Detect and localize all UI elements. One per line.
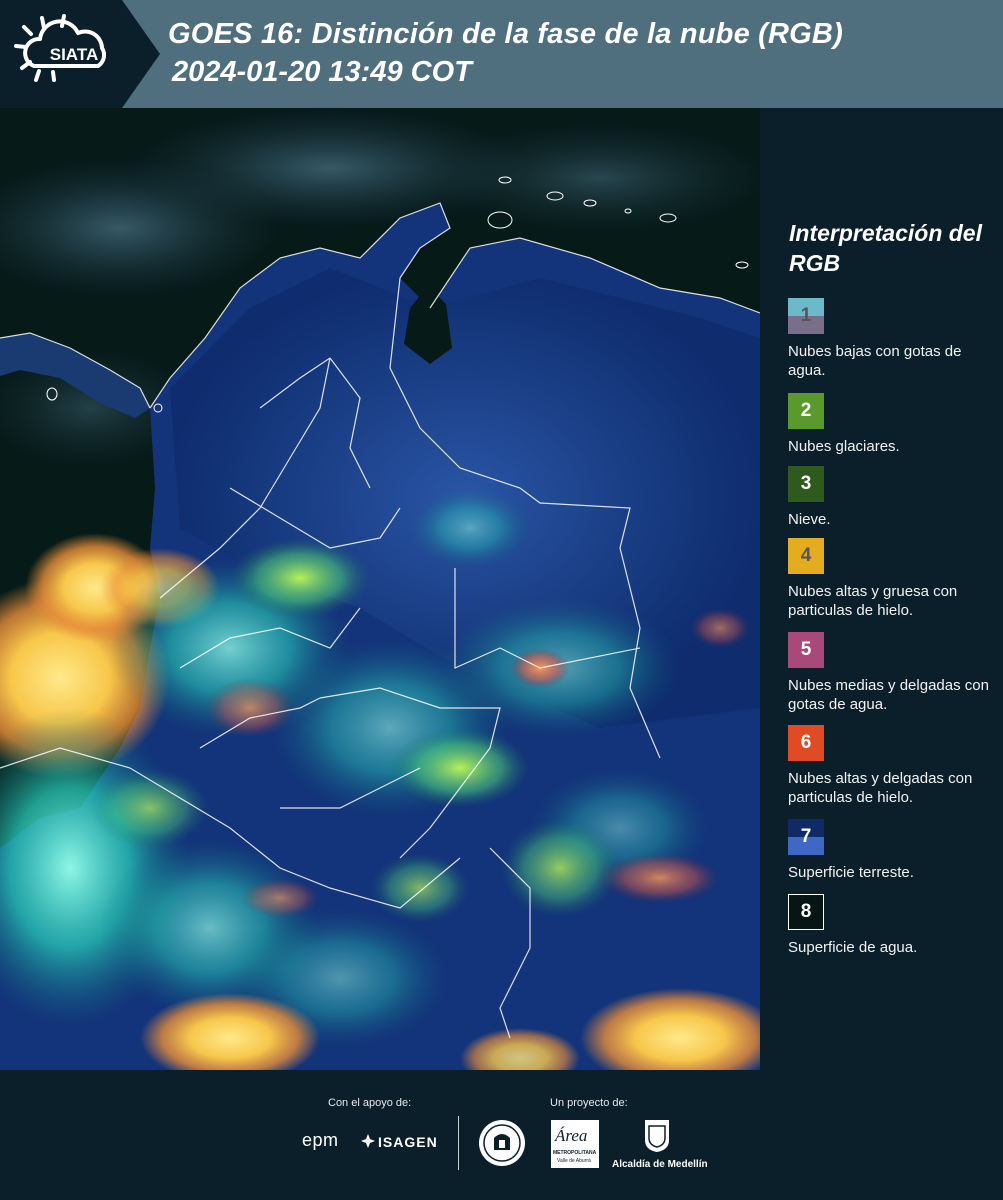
- satellite-map[interactable]: [0, 108, 760, 1070]
- legend-number-4: 4: [800, 545, 812, 566]
- isagen-icon: [361, 1134, 375, 1148]
- seal-logo-icon: [479, 1120, 525, 1166]
- isagen-logo: ISAGEN: [378, 1134, 438, 1150]
- legend-item-1: 1 Nubes bajas con gotas de agua.: [788, 298, 998, 380]
- legend-number-1: 1: [800, 305, 812, 326]
- legend-label-3: Nieve.: [788, 511, 831, 528]
- legend-title: Interpretación del RGB: [789, 220, 982, 276]
- legend-number-3: 3: [800, 473, 812, 494]
- legend-swatch-2: 2: [788, 393, 824, 429]
- legend-item-5: 5 Nubes medias y delgadas con gotas de a…: [788, 632, 998, 714]
- legend-label-6: Nubes altas y delgadas con particulas de…: [788, 770, 973, 806]
- support-caption: Con el apoyo de:: [328, 1097, 412, 1109]
- legend-item-7: 7 Superficie terreste.: [788, 819, 998, 882]
- legend-item-4: 4 Nubes altas y gruesa con particulas de…: [788, 538, 998, 620]
- legend-number-2: 2: [800, 400, 812, 421]
- legend-label-2: Nubes glaciares.: [788, 438, 900, 455]
- legend-number-5: 5: [800, 639, 812, 660]
- project-caption: Un proyecto de:: [550, 1097, 628, 1109]
- legend-label-8: Superficie de agua.: [788, 939, 918, 956]
- satellite-image: [0, 108, 760, 1070]
- siata-logo-text: SIATA: [50, 45, 98, 64]
- legend-item-6: 6 Nubes altas y delgadas con particulas …: [788, 725, 998, 807]
- legend-item-8: 8 Superficie de agua.: [788, 894, 998, 957]
- siata-logo-panel: SIATA: [0, 0, 160, 108]
- legend-item-3: 3 Nieve.: [788, 466, 998, 529]
- alcaldia-logo-text: Alcaldía de Medellín: [612, 1159, 708, 1170]
- area-metropolitana-logo: Área METROPOLITANA Valle de Aburrá: [551, 1120, 599, 1168]
- legend-number-8: 8: [800, 901, 812, 922]
- footer-divider: [458, 1116, 459, 1170]
- page-title: GOES 16: Distinción de la fase de la nub…: [168, 18, 843, 50]
- legend-swatch-1: 1: [788, 298, 824, 334]
- legend-item-2: 2 Nubes glaciares.: [788, 393, 998, 456]
- header-bar: SIATA GOES 16: Distinción de la fase de …: [0, 0, 1003, 108]
- footer: Con el apoyo de: Un proyecto de: epm ISA…: [0, 1070, 1003, 1200]
- legend-swatch-6: 6: [788, 725, 824, 761]
- legend-label-7: Superficie terreste.: [788, 864, 914, 881]
- legend-label-1: Nubes bajas con gotas de agua.: [788, 343, 962, 379]
- area-logo-sub: METROPOLITANA: [553, 1150, 597, 1156]
- epm-logo: epm: [302, 1130, 339, 1150]
- legend-swatch-3: 3: [788, 466, 824, 502]
- legend-number-6: 6: [800, 732, 812, 753]
- legend-label-5: Nubes medias y delgadas con gotas de agu…: [788, 677, 989, 713]
- timestamp: 2024-01-20 13:49 COT: [172, 56, 472, 88]
- legend-panel: Interpretación del RGB 1 Nubes bajas con…: [760, 108, 1003, 1070]
- legend-swatch-4: 4: [788, 538, 824, 574]
- medellin-shield-icon: [645, 1120, 669, 1152]
- legend-label-4: Nubes altas y gruesa con particulas de h…: [788, 583, 958, 619]
- area-logo-main: Área: [555, 1126, 588, 1145]
- legend-swatch-8: 8: [788, 894, 824, 930]
- area-logo-sub2: Valle de Aburrá: [557, 1158, 591, 1164]
- legend-number-7: 7: [800, 826, 812, 847]
- legend-swatch-7: 7: [788, 819, 824, 855]
- legend-swatch-5: 5: [788, 632, 824, 668]
